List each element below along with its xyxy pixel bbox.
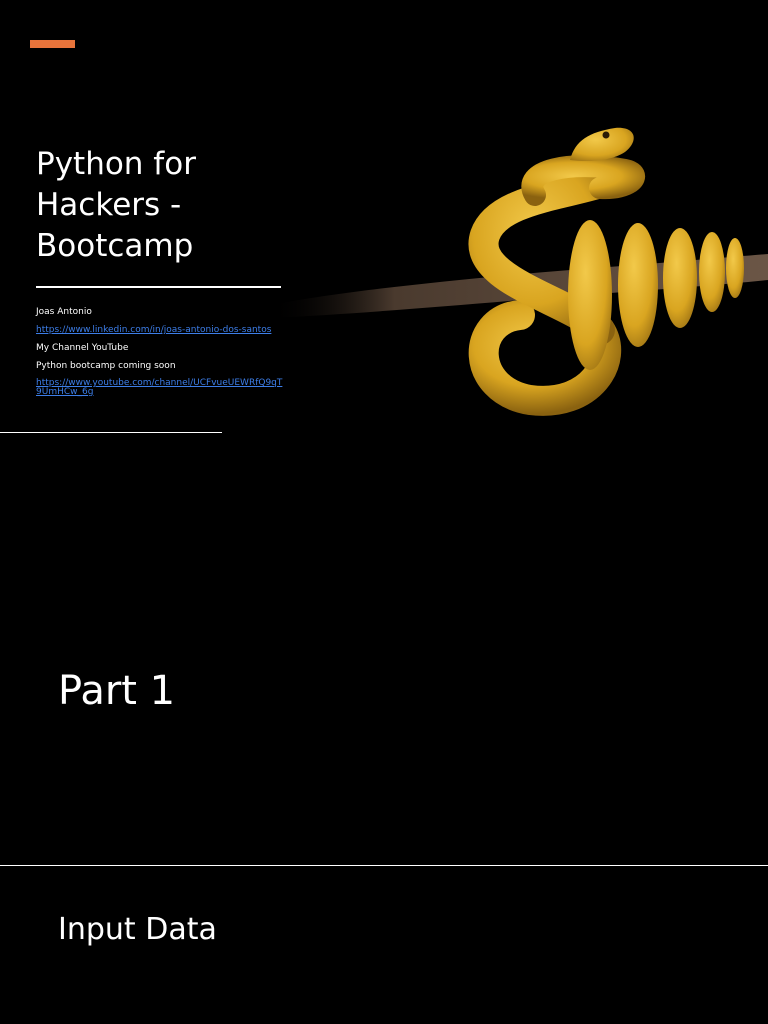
author-name: Joas Antonio <box>36 307 92 317</box>
linkedin-link[interactable]: https://www.linkedin.com/in/joas-antonio… <box>36 325 271 335</box>
bootcamp-note: Python bootcamp coming soon <box>36 361 176 371</box>
author-info: Joas Antonio https://www.linkedin.com/in… <box>36 307 286 404</box>
section-heading: Part 1 <box>58 668 176 714</box>
slide-title: Python for Hackers - Bootcamp <box>36 146 196 264</box>
title-divider <box>36 286 281 288</box>
slide-heading: Input Data <box>58 912 217 947</box>
content-slide: Input Data <box>0 866 768 1024</box>
python-snake-image <box>270 127 768 416</box>
youtube-link[interactable]: https://www.youtube.com/channel/UCFvueUE… <box>36 378 282 397</box>
channel-label: My Channel YouTube <box>36 343 129 353</box>
title-slide: Python for Hackers - Bootcamp Joas Anton… <box>0 0 768 432</box>
section-slide: Part 1 <box>0 433 768 865</box>
accent-bar <box>30 40 75 48</box>
